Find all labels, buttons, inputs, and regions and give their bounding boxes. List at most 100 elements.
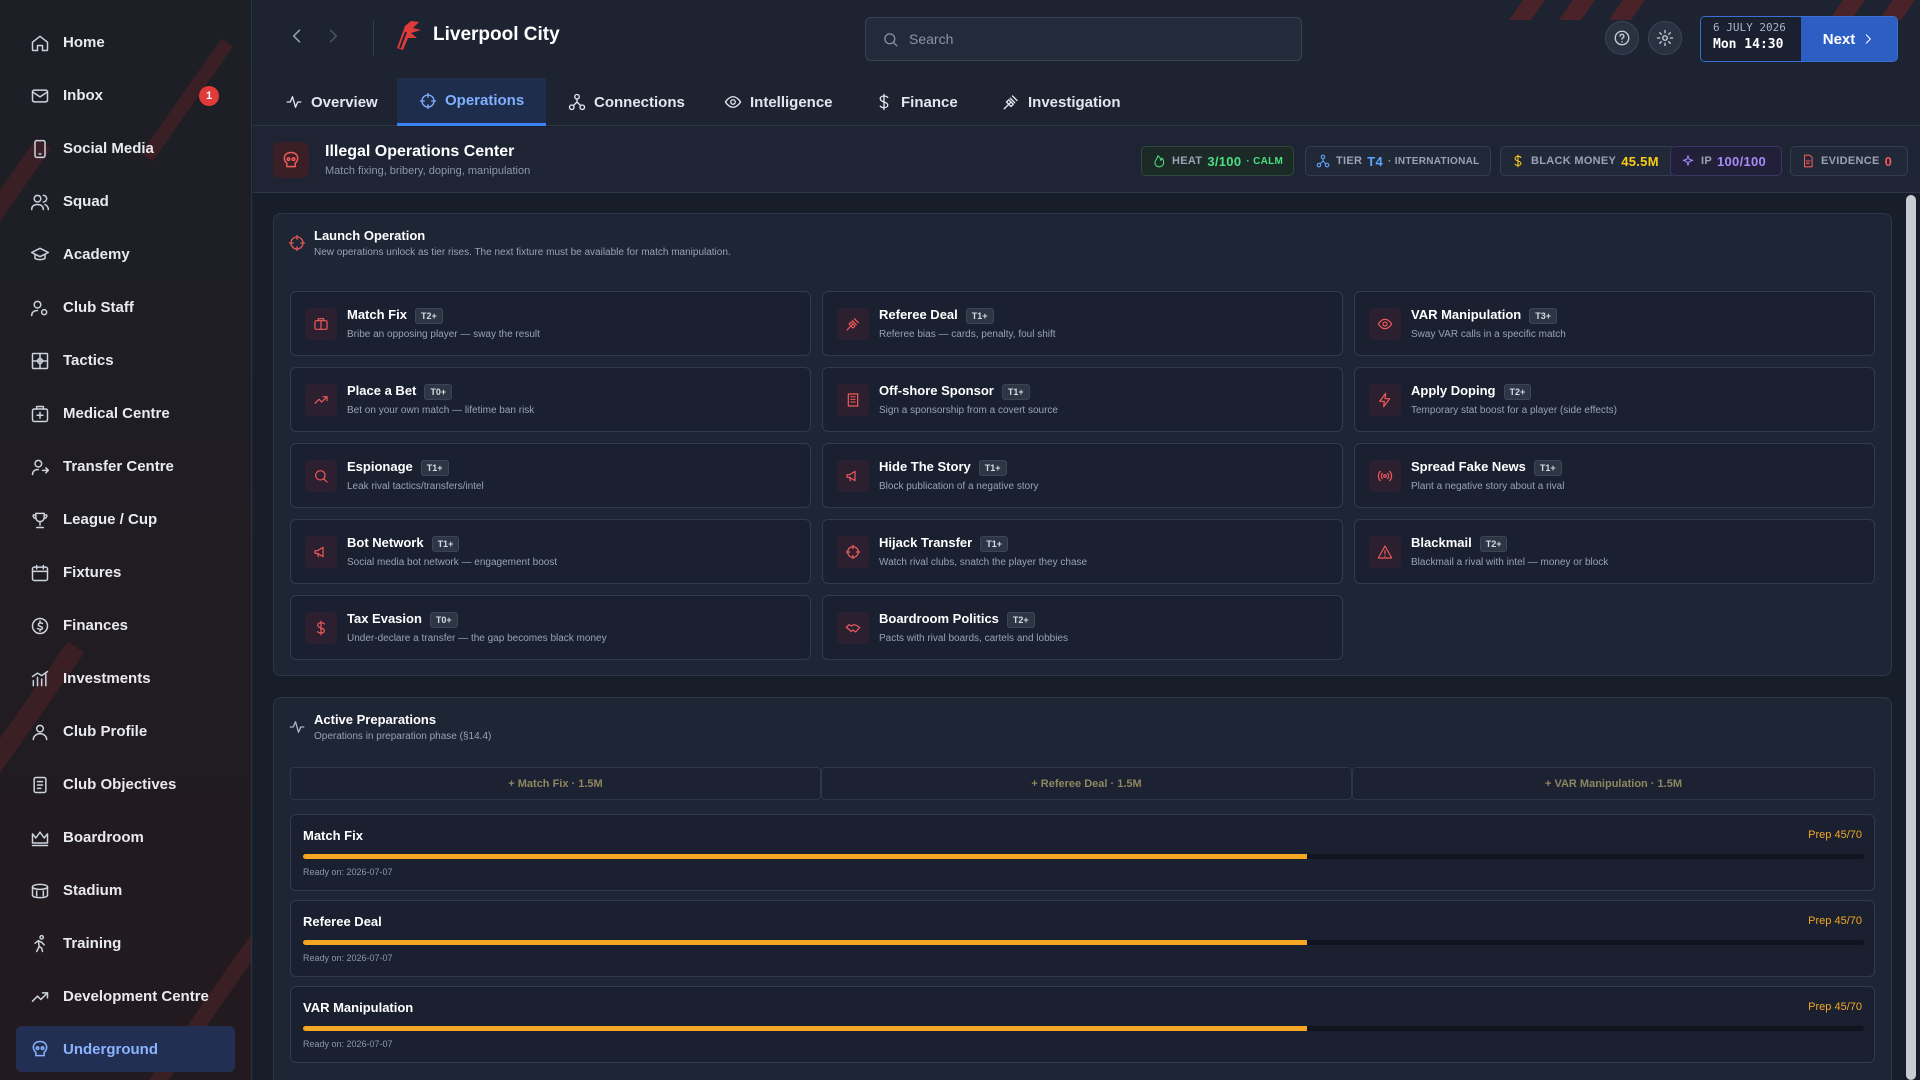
page-header: Illegal Operations Center Match fixing, …: [253, 127, 1920, 193]
investments-icon: [31, 670, 49, 686]
operation-card-referee-deal[interactable]: Referee Deal T1+ Referee bias — cards, pe…: [822, 291, 1343, 356]
crosshair-icon: [419, 92, 437, 109]
club-crest-icon: [397, 21, 421, 50]
tier-badge: T0+: [429, 611, 458, 628]
sidebar-item-investments[interactable]: Investments: [0, 652, 251, 705]
objectives-icon: [33, 776, 47, 793]
operation-card-var-manipulation[interactable]: VAR Manipulation T3+ Sway VAR calls in a …: [1354, 291, 1875, 356]
broadcast-icon: [1369, 460, 1401, 492]
sidebar-item-squad[interactable]: Squad: [0, 175, 251, 228]
operation-name: Boardroom Politics: [879, 611, 999, 626]
sidebar-item-tactics[interactable]: Tactics: [0, 334, 251, 387]
gear-icon: [1656, 29, 1674, 47]
panel-subtitle: Operations in preparation phase (§14.4): [314, 731, 492, 742]
sidebar-item-home[interactable]: Home: [0, 16, 251, 69]
training-icon: [34, 934, 45, 952]
operation-desc: Block publication of a negative story: [879, 481, 1039, 492]
scrollbar[interactable]: [1900, 193, 1920, 1080]
main-content: Launch Operation New operations unlock a…: [253, 193, 1920, 1080]
heat-state: · CALM: [1246, 155, 1284, 167]
chevron-right-icon: [329, 29, 338, 43]
sidebar-item-label: Investments: [63, 670, 151, 687]
operation-name: Spread Fake News: [1411, 459, 1526, 474]
operation-card-place-a-bet[interactable]: Place a Bet T0+ Bet on your own match — l…: [290, 367, 811, 432]
academy-icon: [30, 247, 50, 260]
evidence-stat: EVIDENCE 0: [1790, 146, 1909, 176]
progress-bar: [303, 1026, 1864, 1031]
operation-card-bot-network[interactable]: Bot Network T1+ Social media bot network …: [290, 519, 811, 584]
crosshair-icon: [837, 536, 869, 568]
phone-icon: [34, 139, 46, 158]
add-var-manipulation-button[interactable]: + VAR Manipulation · 1.5M: [1352, 767, 1875, 800]
briefcase-icon: [305, 308, 337, 340]
add-match-fix-button[interactable]: + Match Fix · 1.5M: [290, 767, 821, 800]
tab-operations[interactable]: Operations: [397, 78, 547, 126]
preparation-item: Match Fix Prep 45/70 Ready on: 2026-07-0…: [290, 814, 1875, 891]
sidebar-item-inbox[interactable]: Inbox 1: [0, 69, 251, 122]
operation-card-tax-evasion[interactable]: Tax Evasion T0+ Under-declare a transfer …: [290, 595, 811, 660]
sidebar-item-training[interactable]: Training: [0, 917, 251, 970]
bolt-icon: [1369, 384, 1401, 416]
sidebar-item-label: Transfer Centre: [63, 458, 174, 475]
add-referee-deal-button[interactable]: + Referee Deal · 1.5M: [821, 767, 1352, 800]
progress-fill: [303, 940, 1307, 945]
operation-card-match-fix[interactable]: Match Fix T2+ Bribe an opposing player — …: [290, 291, 811, 356]
sidebar-item-development-centre[interactable]: Development Centre: [0, 970, 251, 1023]
tab-investigation[interactable]: Investigation: [990, 78, 1133, 126]
sidebar-item-medical-centre[interactable]: Medical Centre: [0, 387, 251, 440]
decor-stripe: [1608, 0, 1660, 20]
dollar-icon: [305, 612, 337, 644]
sidebar-item-league-cup[interactable]: League / Cup: [0, 493, 251, 546]
sidebar-item-stadium[interactable]: Stadium: [0, 864, 251, 917]
gavel-icon: [1003, 95, 1018, 110]
scrollbar-thumb[interactable]: [1906, 195, 1916, 1080]
operation-card-hide-the-story[interactable]: Hide The Story T1+ Block publication of a…: [822, 443, 1343, 508]
tab-overview[interactable]: Overview: [273, 78, 390, 126]
operation-name: Bot Network: [347, 535, 424, 550]
operation-card-offshore-sponsor[interactable]: Off-shore Sponsor T1+ Sign a sponsorship …: [822, 367, 1343, 432]
tier-badge: T2+: [414, 307, 443, 324]
settings-button[interactable]: [1648, 21, 1682, 55]
sidebar-item-fixtures[interactable]: Fixtures: [0, 546, 251, 599]
tier-badge: T2+: [1479, 535, 1508, 552]
sidebar-item-finances[interactable]: Finances: [0, 599, 251, 652]
operation-name: Hijack Transfer: [879, 535, 973, 550]
sidebar-item-label: Underground: [63, 1040, 158, 1058]
operation-name: Referee Deal: [879, 307, 958, 322]
sidebar-item-club-objectives[interactable]: Club Objectives: [0, 758, 251, 811]
ready-date: Ready on: 2026-07-07: [303, 867, 393, 877]
search-input[interactable]: Search: [865, 17, 1302, 61]
club-title: Liverpool City: [393, 18, 560, 52]
sidebar-item-academy[interactable]: Academy: [0, 228, 251, 281]
sidebar-item-label: Development Centre: [63, 988, 209, 1005]
sidebar-item-label: Training: [63, 935, 122, 952]
next-button[interactable]: Next: [1801, 17, 1897, 61]
ready-date: Ready on: 2026-07-07: [303, 1039, 393, 1049]
tier-badge: T1+: [431, 535, 460, 552]
tab-intelligence[interactable]: Intelligence: [712, 78, 845, 126]
handshake-icon: [837, 612, 869, 644]
sidebar-item-boardroom[interactable]: Boardroom: [0, 811, 251, 864]
money-value: 45.5M: [1621, 153, 1659, 169]
tab-connections[interactable]: Connections: [556, 78, 697, 126]
operation-card-hijack-transfer[interactable]: Hijack Transfer T1+ Watch rival clubs, sn…: [822, 519, 1343, 584]
operation-card-apply-doping[interactable]: Apply Doping T2+ Temporary stat boost for…: [1354, 367, 1875, 432]
operation-card-blackmail[interactable]: Blackmail T2+ Blackmail a rival with inte…: [1354, 519, 1875, 584]
tab-finance[interactable]: Finance: [863, 78, 970, 126]
tier-badge: T2+: [1503, 383, 1532, 400]
sidebar-item-social-media[interactable]: Social Media: [0, 122, 251, 175]
tier-badge: T1+: [1533, 459, 1562, 476]
sidebar-item-underground[interactable]: Underground: [16, 1026, 235, 1072]
sidebar-item-club-staff[interactable]: Club Staff: [0, 281, 251, 334]
back-button[interactable]: [287, 26, 307, 50]
sidebar-item-club-profile[interactable]: Club Profile: [0, 705, 251, 758]
operation-card-spread-fake-news[interactable]: Spread Fake News T1+ Plant a negative sto…: [1354, 443, 1875, 508]
operation-card-boardroom-politics[interactable]: Boardroom Politics T2+ Pacts with rival b…: [822, 595, 1343, 660]
tab-label: Overview: [311, 93, 378, 111]
sidebar-item-transfer-centre[interactable]: Transfer Centre: [0, 440, 251, 493]
search-icon: [305, 460, 337, 492]
operation-desc: Bribe an opposing player — sway the resu…: [347, 329, 540, 340]
forward-button[interactable]: [323, 26, 343, 50]
operation-card-espionage[interactable]: Espionage T1+ Leak rival tactics/transfer…: [290, 443, 811, 508]
help-button[interactable]: [1605, 21, 1639, 55]
